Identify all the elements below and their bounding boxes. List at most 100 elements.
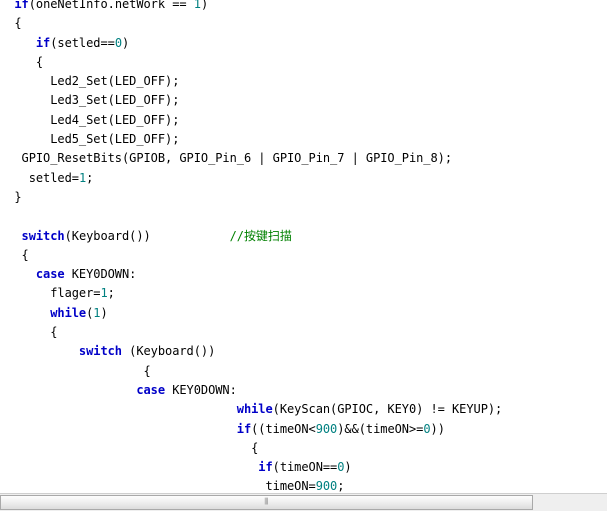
code-token-txt: ; bbox=[337, 479, 345, 493]
code-token-txt: Led2_Set(LED_OFF); bbox=[50, 74, 180, 89]
code-token-kw: while bbox=[50, 305, 87, 320]
code-editor-window: if(oneNetInfo.netWork == 1) { if(setled=… bbox=[0, 0, 607, 511]
code-token-txt: Led5_Set(LED_OFF); bbox=[50, 132, 180, 147]
code-token-txt: KEY0DOWN: bbox=[64, 267, 137, 282]
code-token-txt: setled= bbox=[28, 170, 79, 185]
code-text-area[interactable]: if(oneNetInfo.netWork == 1) { if(setled=… bbox=[0, 0, 607, 493]
code-line: setled=1; bbox=[0, 169, 607, 188]
code-token-txt: )) bbox=[430, 421, 445, 436]
code-token-kw: switch bbox=[21, 228, 65, 243]
code-token-txt: (Keyboard()) bbox=[121, 344, 216, 359]
code-line: { bbox=[0, 323, 607, 342]
code-token-kw: if bbox=[258, 460, 273, 475]
scrollbar-grip-icon: ⦀ bbox=[264, 497, 269, 507]
code-token-txt: ) bbox=[200, 0, 209, 11]
code-line: { bbox=[0, 53, 607, 72]
code-token-txt: { bbox=[14, 16, 22, 31]
code-token-kw: if bbox=[236, 421, 252, 436]
code-token-txt: ) bbox=[344, 460, 352, 475]
code-token-txt: } bbox=[14, 189, 22, 204]
code-token-kw: if bbox=[35, 35, 51, 50]
code-token-txt: flager= bbox=[50, 286, 101, 301]
code-token-txt: (Keyboard()) bbox=[64, 228, 230, 243]
code-token-num: 900 bbox=[315, 479, 338, 493]
code-line: Led5_Set(LED_OFF); bbox=[0, 130, 607, 149]
code-token-txt: )&&(timeON>= bbox=[337, 421, 424, 436]
code-line: flager=1; bbox=[0, 284, 607, 303]
code-token-num: 1 bbox=[193, 0, 201, 11]
code-line: GPIO_ResetBits(GPIOB, GPIO_Pin_6 | GPIO_… bbox=[0, 149, 607, 168]
code-line: switch(Keyboard()) //按键扫描 bbox=[0, 227, 607, 246]
code-token-txt: ) bbox=[100, 305, 108, 320]
code-token-txt: ; bbox=[86, 170, 94, 185]
code-line: { bbox=[0, 246, 607, 265]
code-token-txt: ) bbox=[122, 35, 130, 50]
code-token-txt: (KeyScan(GPIOC, KEY0) != KEYUP); bbox=[272, 402, 503, 417]
code-token-txt: (timeON== bbox=[272, 460, 338, 475]
code-line: timeON=900; bbox=[0, 477, 607, 493]
code-line: Led2_Set(LED_OFF); bbox=[0, 72, 607, 91]
code-line: { bbox=[0, 362, 607, 381]
code-token-txt: { bbox=[251, 440, 259, 455]
horizontal-scrollbar-track[interactable]: ⦀ bbox=[0, 493, 607, 511]
code-line: case KEY0DOWN: bbox=[0, 381, 607, 400]
code-line: if((timeON<900)&&(timeON>=0)) bbox=[0, 420, 607, 439]
code-token-cmt: //按键扫描 bbox=[229, 228, 292, 243]
code-token-num: 0 bbox=[423, 421, 431, 436]
code-line: { bbox=[0, 14, 607, 33]
code-token-num: 0 bbox=[114, 35, 122, 50]
code-token-kw: case bbox=[35, 267, 65, 282]
code-token-num: 1 bbox=[100, 286, 108, 301]
code-line: Led4_Set(LED_OFF); bbox=[0, 111, 607, 130]
code-token-kw: switch bbox=[78, 344, 122, 359]
code-token-txt: ; bbox=[107, 286, 115, 301]
code-line: if(oneNetInfo.netWork == 1) bbox=[0, 0, 607, 14]
code-line: if(timeON==0) bbox=[0, 458, 607, 477]
code-token-txt: ((timeON< bbox=[251, 421, 316, 436]
code-token-num: 900 bbox=[315, 421, 338, 436]
code-line: } bbox=[0, 188, 607, 207]
code-token-txt: { bbox=[35, 54, 44, 69]
code-token-kw: case bbox=[136, 382, 166, 397]
code-line: { bbox=[0, 439, 607, 458]
code-token-txt: (setled== bbox=[50, 35, 115, 50]
code-line: switch (Keyboard()) bbox=[0, 342, 607, 361]
code-token-txt: GPIO_ResetBits(GPIOB, GPIO_Pin_6 | GPIO_… bbox=[21, 151, 453, 166]
code-token-txt: KEY0DOWN: bbox=[165, 382, 237, 397]
horizontal-scrollbar-thumb[interactable]: ⦀ bbox=[0, 495, 533, 510]
code-line: while(KeyScan(GPIOC, KEY0) != KEYUP); bbox=[0, 400, 607, 419]
code-token-txt: timeON= bbox=[265, 479, 316, 493]
code-token-txt: { bbox=[50, 325, 58, 340]
code-token-kw: while bbox=[236, 402, 273, 417]
code-line: Led3_Set(LED_OFF); bbox=[0, 91, 607, 110]
code-line: if(setled==0) bbox=[0, 34, 607, 53]
code-line: case KEY0DOWN: bbox=[0, 265, 607, 284]
code-token-txt: { bbox=[21, 247, 29, 262]
